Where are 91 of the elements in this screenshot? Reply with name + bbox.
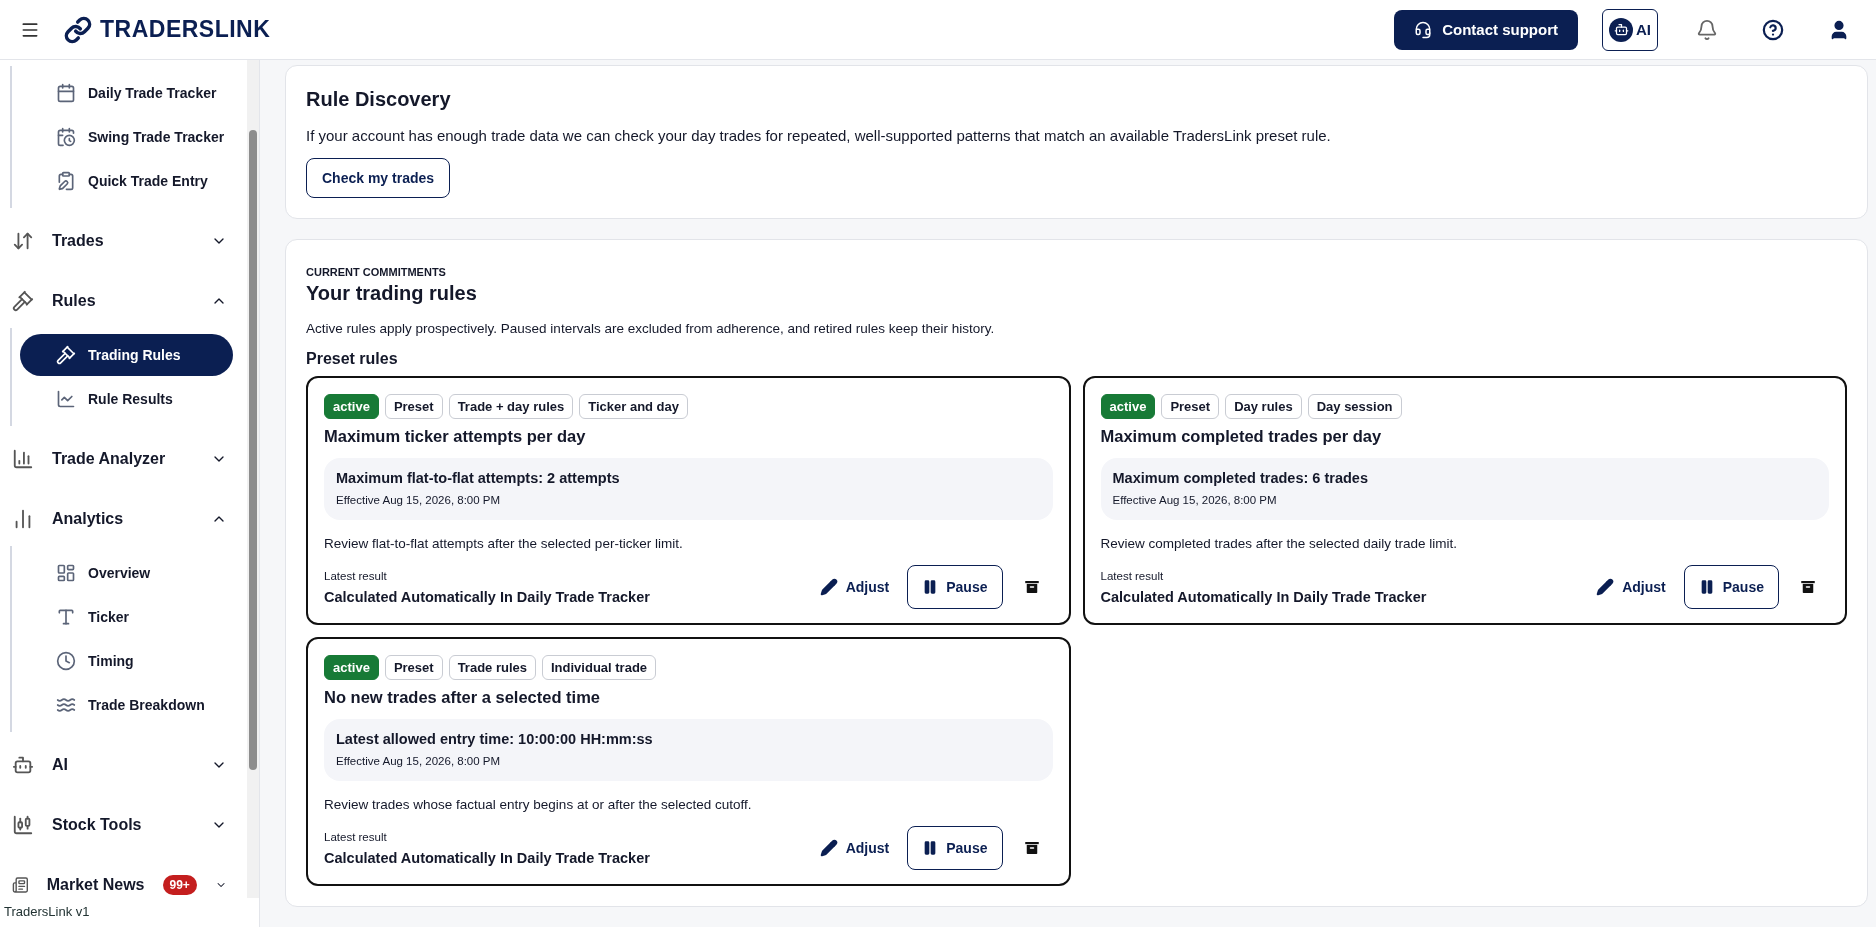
sidebar-group[interactable]: Market News 99+ — [8, 858, 247, 898]
sidebar-item[interactable]: Swing Trade Tracker — [20, 116, 233, 158]
result-label: Latest result — [324, 830, 388, 843]
headset-icon — [1414, 20, 1433, 39]
card-text: Active rules apply prospectively. Paused intervals are excluded from adherence, and retired rules keep their history. — [306, 321, 996, 336]
newspaper-icon — [12, 874, 29, 896]
result-label: Latest result — [324, 569, 388, 582]
clock-icon — [56, 651, 76, 671]
rule-description: Review flat-to-flat attempts after the selected per-ticker limit. — [324, 536, 684, 551]
effective-date: Effective Aug 15, 2026, 8:00 PM — [336, 494, 502, 506]
tag: Trade rules — [448, 655, 536, 680]
text-icon — [56, 607, 76, 627]
pause-button[interactable]: Pause — [907, 826, 1003, 870]
arrows-icon — [12, 230, 34, 252]
status-badge: active — [1100, 394, 1156, 419]
sidebar-item[interactable]: Overview — [20, 552, 233, 594]
pause-button[interactable]: Pause — [907, 565, 1003, 609]
dashboard-icon — [56, 563, 76, 583]
tag: Day session — [1307, 394, 1402, 419]
candlestick-icon — [12, 814, 34, 836]
sidebar-item[interactable]: Timing — [20, 640, 233, 682]
clipboard-pen-icon — [56, 171, 76, 191]
sidebar-group[interactable]: Stock Tools — [8, 798, 247, 852]
archive-icon — [1799, 578, 1817, 596]
bar-chart-icon — [12, 448, 34, 470]
card-text: If your account has enough trade data we can check your day trades for repeated, well-supported patterns that match an available TradersLink preset rule. — [306, 127, 1332, 144]
tag: Preset — [384, 394, 443, 419]
adjust-button[interactable]: Adjust — [813, 577, 896, 597]
rule-title: Maximum ticker attempts per day — [324, 427, 587, 446]
adjust-button[interactable]: Adjust — [813, 838, 896, 858]
sidebar-item[interactable]: Ticker — [20, 596, 233, 638]
result-text: Calculated Automatically In Daily Trade Tracker — [1100, 588, 1428, 605]
sidebar-group[interactable]: Trades — [8, 214, 247, 268]
logo[interactable]: TRADERSLINK — [64, 15, 271, 44]
tag: Preset — [384, 655, 443, 680]
adjust-button[interactable]: Adjust — [1590, 577, 1672, 597]
calendar-icon — [56, 83, 76, 103]
ai-button[interactable]: AI — [1602, 8, 1658, 51]
robot-icon — [12, 754, 34, 776]
pencil-icon — [819, 578, 838, 596]
result-text: Calculated Automatically In Daily Trade Tracker — [324, 588, 651, 605]
sidebar-item[interactable]: Trading Rules — [20, 334, 233, 376]
effective-date: Effective Aug 15, 2026, 8:00 PM — [1112, 494, 1278, 506]
count-badge: 99+ — [162, 875, 197, 895]
tag: Trade + day rules — [448, 394, 574, 419]
tag: Individual trade — [542, 655, 657, 680]
rule-description: Review completed trades after the selected daily trade limit. — [1100, 536, 1458, 551]
sidebar-item[interactable]: Rule Results — [20, 378, 233, 420]
waves-icon — [56, 695, 76, 715]
sidebar-group[interactable]: AI — [8, 738, 247, 792]
version-label: TradersLink v1 — [3, 903, 91, 921]
archive-icon — [1022, 839, 1041, 857]
help-icon — [1762, 18, 1784, 41]
card-title: Rule Discovery — [306, 88, 452, 111]
setting-text: Maximum flat-to-flat attempts: 2 attempts — [336, 470, 621, 486]
pencil-icon — [1596, 578, 1615, 596]
robot-icon — [1613, 22, 1629, 37]
section-title: Preset rules — [306, 350, 399, 368]
section-eyebrow: CURRENT COMMITMENTS — [306, 266, 447, 278]
tag: Day rules — [1225, 394, 1302, 419]
sidebar-item[interactable]: Daily Trade Tracker — [20, 72, 233, 114]
tag: Preset — [1161, 394, 1220, 419]
rule-title: No new trades after a selected time — [324, 688, 602, 707]
rule-title: Maximum completed trades per day — [1100, 427, 1383, 446]
card-title: Your trading rules — [306, 282, 478, 305]
sidebar-group[interactable]: Trade Analyzer — [8, 432, 247, 486]
gavel-icon — [56, 345, 76, 365]
calendar-clock-icon — [56, 127, 76, 147]
bell-icon — [1696, 18, 1718, 41]
chart-search-icon — [56, 389, 76, 409]
scrollbar[interactable] — [247, 60, 259, 898]
setting-text: Latest allowed entry time: 10:00:00 HH:mm:ss — [336, 731, 654, 747]
contact-support-button[interactable]: Contact support — [1394, 9, 1578, 50]
link-icon — [64, 15, 92, 44]
result-text: Calculated Automatically In Daily Trade Tracker — [324, 849, 651, 866]
sidebar-group[interactable]: Rules — [8, 274, 247, 328]
pause-button[interactable]: Pause — [1683, 565, 1779, 609]
check-trades-button[interactable]: Check my trades — [306, 158, 451, 198]
rule-description: Review trades whose factual entry begins at or after the selected cutoff. — [324, 797, 753, 812]
pencil-icon — [819, 839, 838, 857]
result-label: Latest result — [1100, 569, 1165, 582]
status-badge: active — [324, 655, 379, 680]
setting-text: Maximum completed trades: 6 trades — [1112, 470, 1369, 486]
tag: Ticker and day — [579, 394, 689, 419]
sidebar-item[interactable]: Quick Trade Entry — [20, 160, 233, 202]
effective-date: Effective Aug 15, 2026, 8:00 PM — [336, 755, 502, 767]
sidebar-group[interactable]: Analytics — [8, 492, 247, 546]
sidebar-item[interactable]: Trade Breakdown — [20, 684, 233, 726]
archive-icon — [1022, 578, 1041, 596]
status-badge: active — [324, 394, 379, 419]
gavel-icon — [12, 290, 34, 312]
